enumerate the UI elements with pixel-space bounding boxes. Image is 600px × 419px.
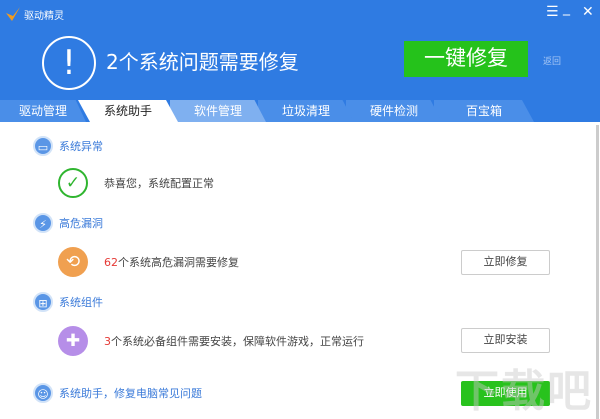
tab-junk-cleanup[interactable]: 垃圾清理	[258, 100, 354, 122]
fix-now-button[interactable]: 立即修复	[461, 250, 550, 275]
back-link[interactable]: 返回	[543, 54, 561, 67]
section-label: 系统异常	[59, 140, 103, 153]
monitor-icon: ▭	[33, 136, 53, 156]
list-item: ✚ 3个系统必备组件需要安装，保障软件游戏，正常运行	[58, 326, 364, 356]
section-label: 高危漏洞	[59, 217, 103, 230]
menu-icon[interactable]: ☰	[546, 4, 559, 20]
tab-bar: 驱动管理 系统助手 软件管理 垃圾清理 硬件检测 百宝箱	[0, 100, 600, 122]
section-system-exception: ▭ 系统异常	[33, 136, 103, 156]
tab-system-assistant[interactable]: 系统助手	[78, 100, 178, 122]
section-label: 系统助手，修复电脑常见问题	[59, 387, 202, 400]
repair-icon: ⟲	[58, 247, 88, 277]
alert-icon: !	[42, 36, 96, 90]
tab-software-management[interactable]: 软件管理	[170, 100, 266, 122]
app-title: 驱动精灵	[24, 11, 64, 22]
install-now-button[interactable]: 立即安装	[461, 328, 550, 353]
component-count: 3	[104, 335, 111, 348]
close-button[interactable]: ✕	[582, 4, 594, 20]
windows-icon: ⊞	[33, 292, 53, 312]
check-icon: ✓	[58, 168, 88, 198]
item-text: 个系统高危漏洞需要修复	[118, 256, 239, 269]
list-item: ⟲ 62个系统高危漏洞需要修复	[58, 247, 239, 277]
vulnerability-count: 62	[104, 256, 118, 269]
tab-driver-management[interactable]: 驱动管理	[0, 100, 86, 122]
puzzle-icon: ✚	[58, 326, 88, 356]
section-vulnerabilities: ⚡ 高危漏洞	[33, 213, 103, 233]
app-logo-icon	[6, 7, 20, 21]
section-label: 系统组件	[59, 296, 103, 309]
section-system-assistant: ☺ 系统助手，修复电脑常见问题	[33, 383, 202, 403]
list-item: ✓ 恭喜您，系统配置正常	[58, 168, 214, 198]
tab-toolbox[interactable]: 百宝箱	[434, 100, 534, 122]
one-click-fix-button[interactable]: 一键修复	[404, 41, 528, 77]
item-text: 恭喜您，系统配置正常	[104, 177, 214, 190]
use-now-button[interactable]: 立即使用	[461, 381, 550, 406]
scrollbar[interactable]	[596, 125, 599, 419]
tab-hardware-detection[interactable]: 硬件检测	[346, 100, 442, 122]
minimize-button[interactable]: _	[563, 0, 570, 16]
lightning-icon: ⚡	[33, 213, 53, 233]
assistant-icon: ☺	[33, 383, 53, 403]
problem-headline: 2个系统问题需要修复	[106, 50, 299, 74]
item-text: 个系统必备组件需要安装，保障软件游戏，正常运行	[111, 335, 364, 348]
section-components: ⊞ 系统组件	[33, 292, 103, 312]
